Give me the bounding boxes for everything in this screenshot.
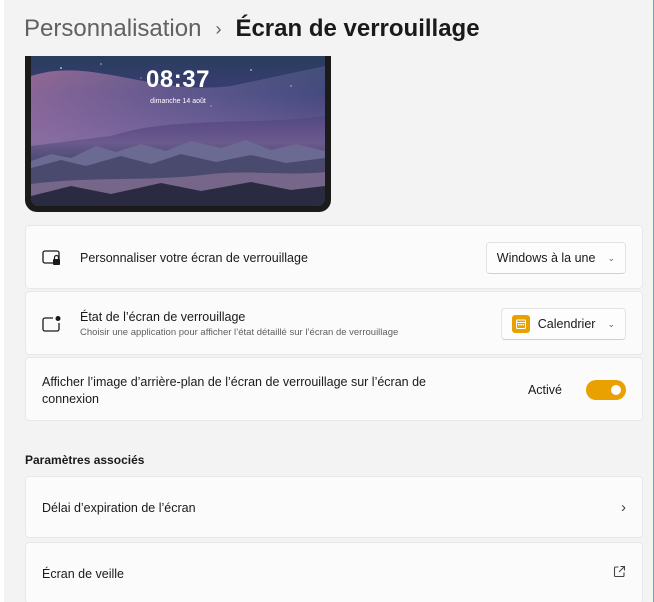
breadcrumb: Personnalisation › Écran de verrouillage <box>24 12 480 46</box>
lock-screen-status-dropdown[interactable]: Calendrier ⌄ <box>500 308 626 340</box>
toggle-knob <box>611 385 621 395</box>
lock-screen-status-icon <box>42 315 62 338</box>
chevron-down-icon: ⌄ <box>607 318 615 329</box>
related-settings-heading: Paramètres associés <box>25 453 145 467</box>
lock-screen-status-card: État de l’écran de verrouillage Choisir … <box>25 291 643 355</box>
page-title: Écran de verrouillage <box>235 15 480 42</box>
open-external-icon <box>613 565 626 583</box>
screensaver-label: Écran de veille <box>42 567 124 581</box>
screensaver-row[interactable]: Écran de veille <box>25 542 643 602</box>
lock-screen-image-icon <box>42 249 62 272</box>
personalize-lock-screen-card: Personnaliser votre écran de verrouillag… <box>25 225 643 289</box>
breadcrumb-separator: › <box>215 18 222 39</box>
lock-screen-status-description: Choisir une application pour afficher l’… <box>80 327 399 338</box>
screen-timeout-label: Délai d’expiration de l’écran <box>42 501 196 515</box>
signin-background-label: Afficher l’image d’arrière-plan de l’écr… <box>42 375 426 389</box>
personalize-lock-screen-label: Personnaliser votre écran de verrouillag… <box>80 251 308 265</box>
calendar-icon <box>511 315 530 333</box>
signin-background-state: Activé <box>527 383 562 397</box>
personalize-lock-screen-dropdown[interactable]: Windows à la une ⌄ <box>485 242 626 274</box>
lock-screen-status-label: État de l’écran de verrouillage <box>80 310 246 324</box>
screen-timeout-row[interactable]: Délai d’expiration de l’écran › <box>25 476 643 538</box>
lock-screen-preview: 08:37 dimanche 14 août <box>25 56 331 212</box>
signin-background-label-line2: connexion <box>42 392 99 406</box>
lock-screen-preview-image: 08:37 dimanche 14 août <box>31 56 325 206</box>
signin-background-toggle[interactable] <box>586 380 626 400</box>
lock-screen-status-value: Calendrier <box>537 317 596 331</box>
lock-screen-date: dimanche 14 août <box>150 98 206 105</box>
personalize-lock-screen-value: Windows à la une <box>496 251 596 265</box>
lock-screen-clock: 08:37 <box>146 66 210 93</box>
settings-window: Personnalisation › Écran de verrouillage <box>0 0 654 602</box>
chevron-right-icon: › <box>621 499 626 516</box>
breadcrumb-personalisation[interactable]: Personnalisation <box>24 15 201 43</box>
chevron-down-icon: ⌄ <box>607 252 615 263</box>
signin-background-card: Afficher l’image d’arrière-plan de l’écr… <box>25 357 643 421</box>
